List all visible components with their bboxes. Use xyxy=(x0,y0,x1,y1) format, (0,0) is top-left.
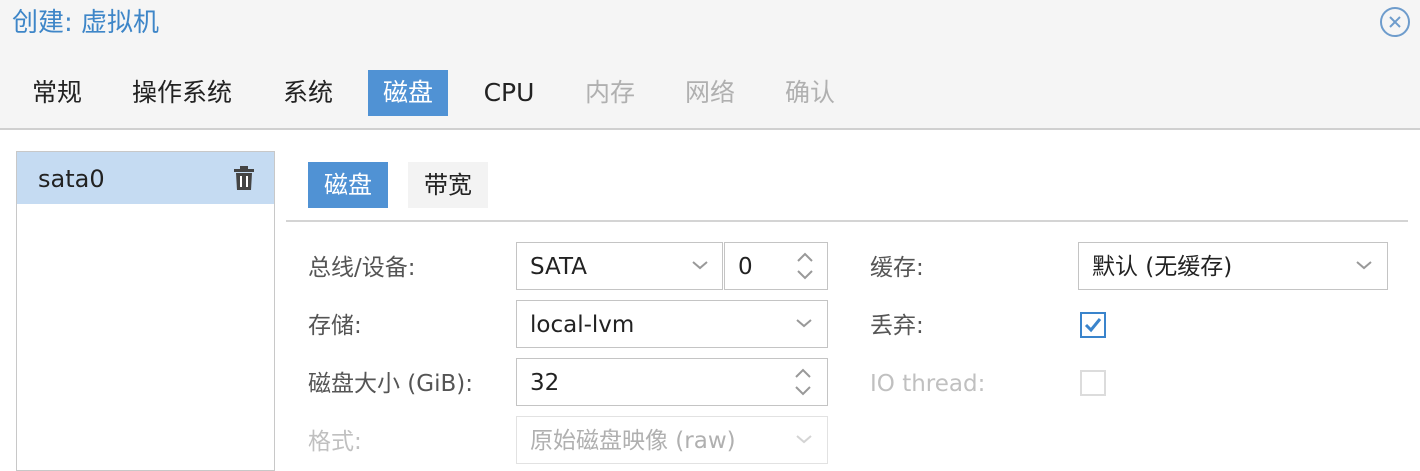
bus-select[interactable]: SATA xyxy=(516,242,723,290)
cache-select[interactable]: 默认 (无缓存) xyxy=(1078,242,1388,290)
tab-confirm[interactable]: 确认 xyxy=(770,70,850,116)
discard-label: 丢弃: xyxy=(870,313,924,339)
storage-value: local-lvm xyxy=(530,312,635,338)
disk-size-input[interactable]: 32 xyxy=(516,358,828,406)
device-number-input[interactable]: 0 xyxy=(724,242,828,290)
tab-os[interactable]: 操作系统 xyxy=(118,70,246,116)
format-label: 格式: xyxy=(308,429,362,455)
spinner-icon[interactable] xyxy=(793,365,813,399)
chevron-down-icon xyxy=(692,261,708,270)
storage-select[interactable]: local-lvm xyxy=(516,300,828,348)
cache-value: 默认 (无缓存) xyxy=(1092,254,1233,280)
tab-disk[interactable]: 磁盘 xyxy=(368,70,448,116)
window-header: 创建: 虚拟机 常规 操作系统 系统 磁盘 CPU 内存 网络 确认 xyxy=(0,0,1420,130)
bus-value: SATA xyxy=(530,254,587,280)
checkmark-icon xyxy=(1084,318,1102,333)
spinner-icon[interactable] xyxy=(795,249,815,283)
bus-device-label: 总线/设备: xyxy=(308,255,416,281)
cache-label: 缓存: xyxy=(870,255,924,281)
disk-size-value: 32 xyxy=(530,370,560,396)
disk-list: sata0 xyxy=(16,151,275,471)
tab-cpu[interactable]: CPU xyxy=(470,70,548,116)
format-value: 原始磁盘映像 (raw) xyxy=(530,428,736,454)
chevron-down-icon xyxy=(1356,261,1372,270)
chevron-down-icon xyxy=(796,435,812,444)
subtab-bandwidth[interactable]: 带宽 xyxy=(408,162,488,208)
chevron-down-icon xyxy=(796,319,812,328)
discard-checkbox[interactable] xyxy=(1080,312,1106,338)
trash-icon[interactable] xyxy=(233,165,255,191)
format-select[interactable]: 原始磁盘映像 (raw) xyxy=(516,416,828,464)
subtab-divider xyxy=(286,220,1408,222)
disk-label: sata0 xyxy=(38,165,105,193)
disk-list-item[interactable]: sata0 xyxy=(17,152,274,204)
tab-general[interactable]: 常规 xyxy=(18,70,96,116)
window-title: 创建: 虚拟机 xyxy=(12,8,160,38)
disk-size-label: 磁盘大小 (GiB): xyxy=(308,371,473,397)
tab-system[interactable]: 系统 xyxy=(268,70,348,116)
subtab-disk[interactable]: 磁盘 xyxy=(308,162,388,208)
iothread-checkbox[interactable] xyxy=(1080,370,1106,396)
close-icon[interactable] xyxy=(1380,7,1410,37)
iothread-label: IO thread: xyxy=(870,371,986,397)
tab-memory[interactable]: 内存 xyxy=(570,70,650,116)
device-value: 0 xyxy=(738,254,753,280)
storage-label: 存储: xyxy=(308,313,362,339)
tab-network[interactable]: 网络 xyxy=(670,70,750,116)
